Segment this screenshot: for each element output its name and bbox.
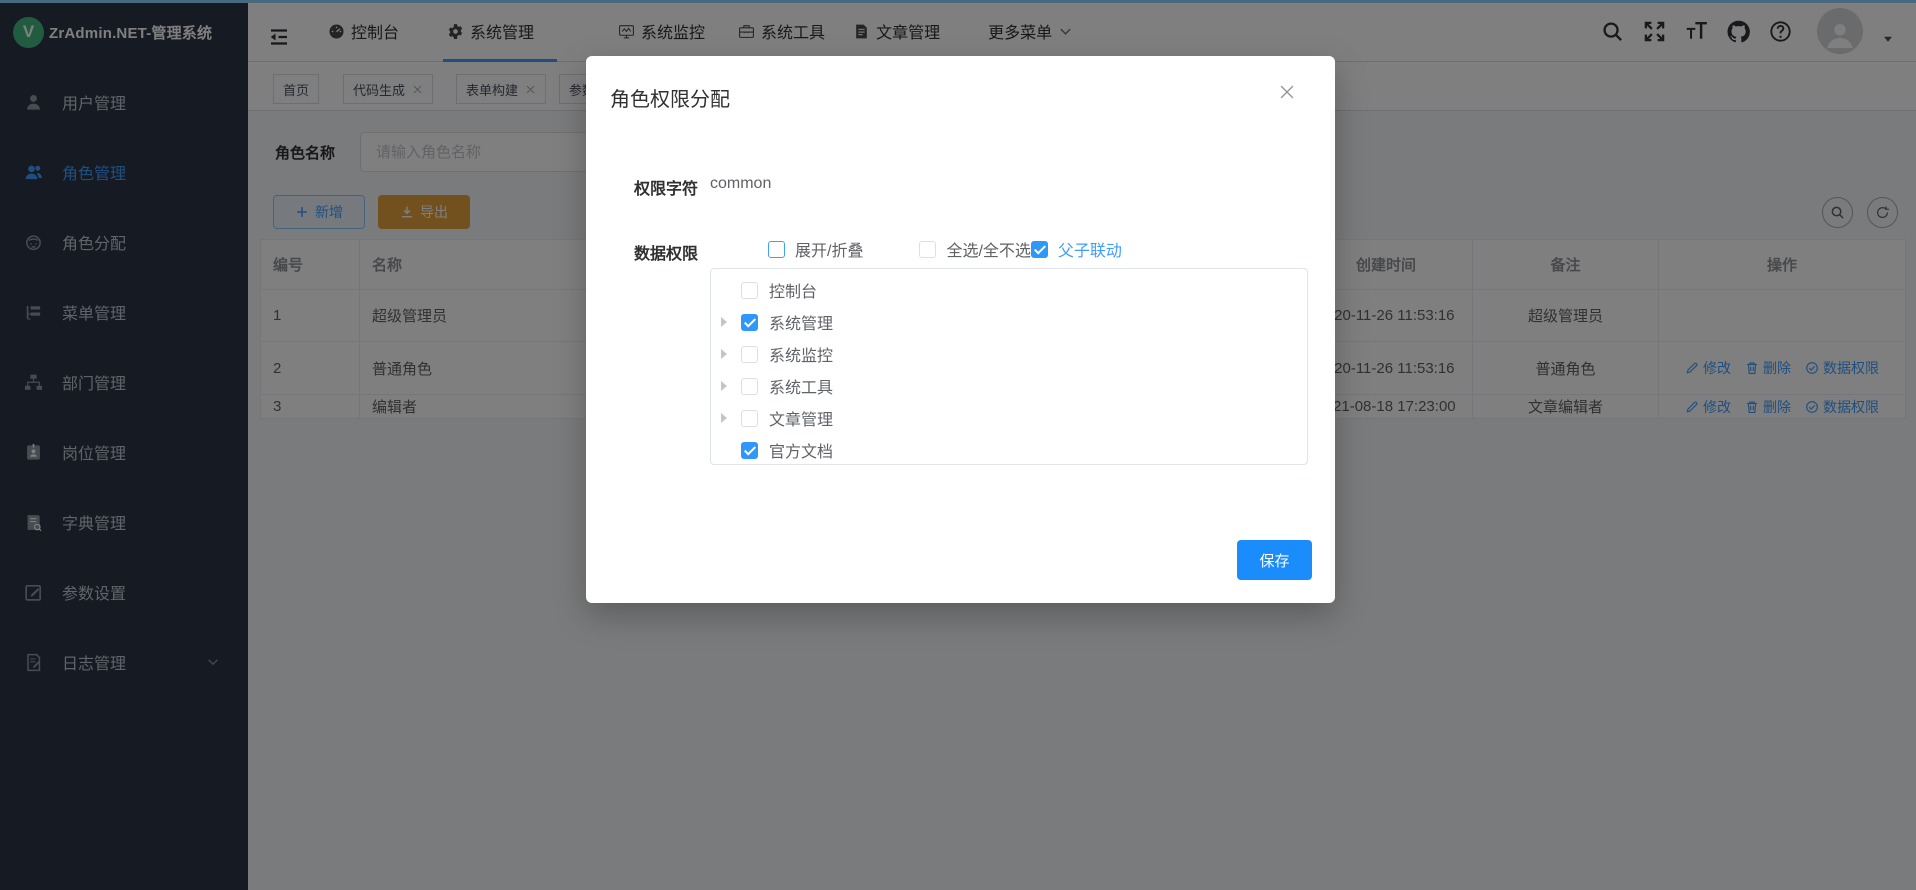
tree-option: 父子联动 — [1031, 237, 1122, 261]
data-scope-label: 数据权限 — [586, 240, 698, 264]
tree-node-checkbox[interactable] — [741, 442, 758, 459]
tree-node[interactable]: 系统监控 — [711, 338, 1307, 370]
tree-node-label: 文章管理 — [769, 406, 833, 430]
expand-arrow-icon — [721, 349, 732, 359]
perm-string-value: common — [710, 175, 771, 193]
tree-node[interactable]: 官方文档 — [711, 434, 1307, 465]
expand-arrow-icon — [721, 381, 732, 391]
tree-node-checkbox[interactable] — [741, 346, 758, 363]
tree-node[interactable]: 系统管理 — [711, 306, 1307, 338]
tree-node-label: 系统工具 — [769, 374, 833, 398]
tree-node[interactable]: 文章管理 — [711, 402, 1307, 434]
tree-node-label: 官方文档 — [769, 438, 833, 462]
save-button[interactable]: 保存 — [1237, 540, 1312, 580]
checkbox[interactable] — [919, 241, 936, 258]
close-icon[interactable] — [1278, 83, 1296, 101]
tree-option-label: 全选/全不选 — [946, 237, 1030, 261]
tree-node-checkbox[interactable] — [741, 314, 758, 331]
tree-node-label: 系统管理 — [769, 310, 833, 334]
tree-node-checkbox[interactable] — [741, 282, 758, 299]
expand-arrow-icon — [721, 317, 732, 327]
perm-string-label: 权限字符 — [586, 175, 698, 199]
tree-node-checkbox[interactable] — [741, 410, 758, 427]
tree-node-label: 控制台 — [769, 278, 817, 302]
tree-node[interactable]: 系统工具 — [711, 370, 1307, 402]
tree-node-checkbox[interactable] — [741, 378, 758, 395]
app-root: V ZrAdmin.NET-管理系统 用户管理 角色管理 — [0, 0, 1916, 890]
tree-node[interactable]: 控制台 — [711, 274, 1307, 306]
permission-tree: 控制台 系统管理 系统监控 系统工具 — [710, 268, 1308, 465]
expand-arrow-icon — [721, 413, 732, 423]
checkbox[interactable] — [1031, 241, 1048, 258]
dialog-title: 角色权限分配 — [610, 83, 730, 112]
checkbox[interactable] — [768, 241, 785, 258]
tree-option: 展开/折叠 — [768, 237, 863, 261]
role-permission-dialog: 角色权限分配 权限字符 common 数据权限 展开/折叠 全选/全不选 父子联… — [586, 56, 1335, 603]
tree-option: 全选/全不选 — [919, 237, 1030, 261]
tree-option-label: 父子联动 — [1058, 237, 1122, 261]
tree-option-label: 展开/折叠 — [795, 237, 863, 261]
tree-node-label: 系统监控 — [769, 342, 833, 366]
tree-options-row: 展开/折叠 全选/全不选 父子联动 — [710, 237, 1122, 261]
